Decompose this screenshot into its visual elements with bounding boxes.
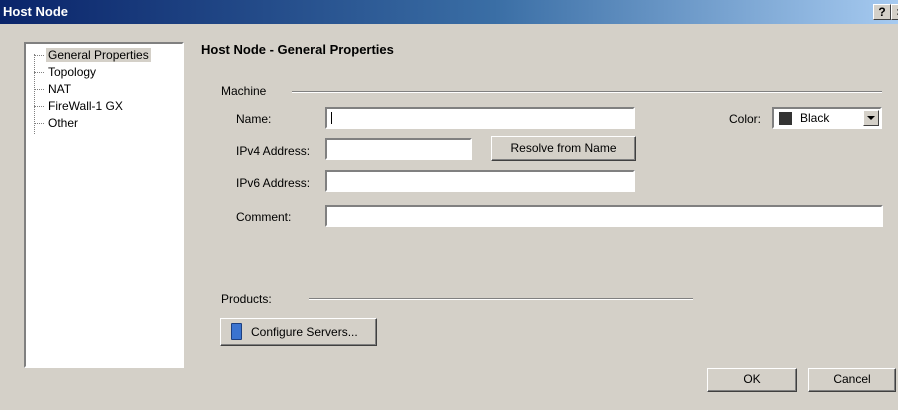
close-button[interactable]: × — [891, 4, 898, 20]
tree-item-nat[interactable]: NAT — [34, 82, 73, 96]
help-button[interactable]: ? — [873, 4, 891, 20]
page-title: Host Node - General Properties — [201, 42, 394, 57]
comment-label: Comment: — [236, 210, 292, 224]
resolve-from-name-button[interactable]: Resolve from Name — [491, 136, 636, 161]
nav-tree: General Properties Topology NAT FireWall… — [24, 42, 184, 368]
cancel-button[interactable]: Cancel — [808, 368, 896, 392]
ipv6-field[interactable] — [325, 170, 635, 192]
products-label: Products: — [221, 292, 272, 306]
configure-servers-button[interactable]: Configure Servers... — [220, 318, 377, 346]
products-divider — [309, 298, 693, 300]
color-label: Color: — [729, 112, 762, 126]
color-select[interactable]: Black — [772, 107, 882, 129]
color-swatch — [779, 112, 792, 125]
name-label: Name: — [236, 112, 272, 126]
ok-button[interactable]: OK — [707, 368, 797, 392]
ipv4-field[interactable] — [325, 138, 472, 160]
comment-field[interactable] — [325, 205, 883, 227]
ipv6-label: IPv6 Address: — [236, 176, 311, 190]
machine-group-label: Machine — [221, 84, 267, 98]
configure-servers-label: Configure Servers... — [251, 325, 358, 339]
tree-item-other[interactable]: Other — [34, 116, 80, 130]
name-field[interactable] — [325, 107, 635, 129]
window-title: Host Node — [3, 4, 68, 19]
tree-item-firewall-gx[interactable]: FireWall-1 GX — [34, 99, 125, 113]
title-bar[interactable]: Host Node ? × — [0, 0, 898, 24]
host-node-dialog: Host Node ? × General Properties Topolog… — [0, 0, 898, 410]
chevron-down-icon[interactable] — [863, 110, 879, 126]
text-caret — [331, 112, 332, 124]
tree-item-topology[interactable]: Topology — [34, 65, 98, 79]
color-value: Black — [800, 111, 830, 125]
machine-divider — [292, 91, 882, 93]
ipv4-label: IPv4 Address: — [236, 144, 311, 158]
book-icon — [231, 323, 242, 340]
tree-item-general-properties[interactable]: General Properties — [34, 48, 151, 62]
